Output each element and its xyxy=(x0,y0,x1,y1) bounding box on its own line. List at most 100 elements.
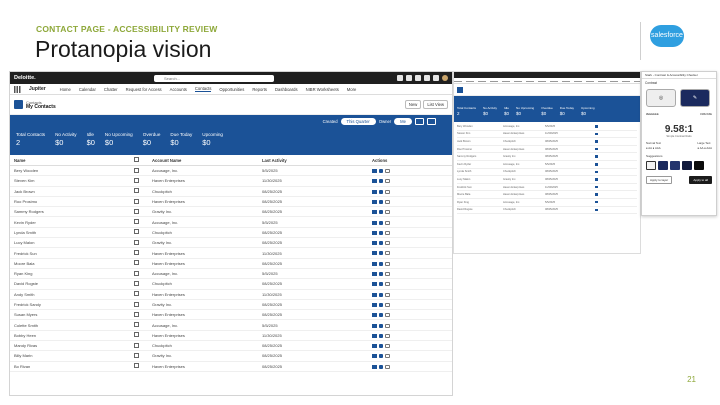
account-name[interactable]: Accusage, Inc. xyxy=(148,165,258,177)
help-icon[interactable] xyxy=(415,75,421,81)
account-name[interactable]: Gravity Inc. xyxy=(148,350,258,362)
row-checkbox[interactable] xyxy=(134,167,139,173)
contact-name[interactable]: Bobby Heen xyxy=(10,330,130,342)
suggestion-swatch[interactable] xyxy=(658,161,668,170)
table-row[interactable]: Bery Wooden Accusage, Inc. 5/5/2025 xyxy=(10,165,452,177)
chevron-down-icon[interactable] xyxy=(385,333,390,338)
table-row[interactable]: Roo Prosimo Haven Enterprises 08/25/2025 xyxy=(10,196,452,208)
account-name[interactable]: Gravity Inc. xyxy=(148,237,258,249)
chart-toggle-icon[interactable] xyxy=(415,118,424,125)
chevron-down-icon[interactable] xyxy=(385,241,390,246)
account-name[interactable]: Haven Enterprises xyxy=(148,196,258,208)
nav-dashboards[interactable]: Dashboards xyxy=(275,87,298,92)
background-swatch[interactable]: ◎ xyxy=(646,89,676,107)
table-row[interactable]: Ryan King Accusage, Inc. 5/5/2025 xyxy=(10,268,452,280)
select-all-checkbox[interactable] xyxy=(134,157,139,162)
phone-icon[interactable] xyxy=(379,230,383,235)
row-checkbox[interactable] xyxy=(134,301,139,307)
chevron-down-icon[interactable] xyxy=(385,251,390,256)
row-checkbox[interactable] xyxy=(134,219,139,225)
account-name[interactable]: Haven Enterprises xyxy=(148,309,258,321)
contact-name[interactable]: Roo Prosimo xyxy=(10,196,130,208)
account-name[interactable]: Gravity Inc. xyxy=(148,299,258,311)
row-checkbox[interactable] xyxy=(134,311,139,317)
table-row[interactable]: Billy Marin Gravity Inc. 08/25/2025 xyxy=(10,350,452,362)
phone-icon[interactable] xyxy=(379,292,383,297)
email-icon[interactable] xyxy=(372,364,377,369)
email-icon[interactable] xyxy=(372,344,377,349)
table-row[interactable]: Fredrick Sun Haven Enterprises 11/30/2025 xyxy=(10,247,452,259)
bell-icon[interactable] xyxy=(433,75,439,81)
account-name[interactable]: Accusage, Inc. xyxy=(148,268,258,280)
row-checkbox[interactable] xyxy=(134,352,139,358)
phone-icon[interactable] xyxy=(379,261,383,266)
apply-layer-button[interactable]: Apply to layer xyxy=(646,176,673,184)
chevron-down-icon[interactable] xyxy=(385,189,390,194)
account-name[interactable]: Chuckpitch xyxy=(148,227,258,239)
app-launcher-icon[interactable] xyxy=(14,85,21,93)
chevron-down-icon[interactable] xyxy=(385,272,390,277)
suggestion-swatch[interactable] xyxy=(694,161,704,170)
row-checkbox[interactable] xyxy=(134,188,139,194)
contact-name[interactable]: Ryan King xyxy=(10,268,130,280)
created-filter[interactable]: This Quarter xyxy=(340,118,376,125)
nav-reports[interactable]: Reports xyxy=(252,87,267,92)
chevron-down-icon[interactable] xyxy=(385,354,390,359)
email-icon[interactable] xyxy=(372,272,377,277)
contact-name[interactable]: Lynda Smith xyxy=(10,227,130,239)
account-name[interactable]: Accusage, Inc. xyxy=(148,319,258,331)
row-checkbox[interactable] xyxy=(134,198,139,204)
table-row[interactable]: Kevin Ryder Accusage, Inc. 5/5/2025 xyxy=(10,216,452,228)
contact-name[interactable]: Fredrick Sandy xyxy=(10,299,130,311)
chevron-down-icon[interactable] xyxy=(385,220,390,225)
account-name[interactable]: Gravity Inc. xyxy=(148,206,258,218)
metric-no-upcoming[interactable]: No Upcoming $0 xyxy=(105,132,133,147)
contact-name[interactable]: Susan Myers xyxy=(10,309,130,321)
nav-chatter[interactable]: Chatter xyxy=(104,87,118,92)
email-icon[interactable] xyxy=(372,292,377,297)
email-icon[interactable] xyxy=(372,169,377,174)
metric-total[interactable]: Total Contacts 2 xyxy=(16,132,45,147)
table-row[interactable]: Lynda Smith Chuckpitch 08/25/2025 xyxy=(10,227,452,239)
account-name[interactable]: Chuckpitch xyxy=(148,278,258,290)
table-row[interactable]: Andy Smith Haven Enterprises 11/30/2025 xyxy=(10,289,452,300)
contact-name[interactable]: Andy Smith xyxy=(10,289,130,300)
email-icon[interactable] xyxy=(372,220,377,225)
metric-idle[interactable]: Idle $0 xyxy=(87,132,95,147)
contact-name[interactable]: David Rogste xyxy=(10,278,130,290)
chevron-down-icon[interactable] xyxy=(385,313,390,318)
row-checkbox[interactable] xyxy=(134,239,139,245)
account-name[interactable]: Haven Enterprises xyxy=(148,289,258,300)
contact-name[interactable]: Sammy Rodgers xyxy=(10,206,130,218)
contact-name[interactable]: Steven Kim xyxy=(10,175,130,187)
email-icon[interactable] xyxy=(372,210,377,215)
phone-icon[interactable] xyxy=(379,344,383,349)
email-icon[interactable] xyxy=(372,230,377,235)
email-icon[interactable] xyxy=(372,313,377,318)
nav-contacts[interactable]: Contacts xyxy=(194,86,212,92)
col-last-activity[interactable]: Last Activity xyxy=(258,155,368,166)
nav-more[interactable]: More xyxy=(347,87,357,92)
email-icon[interactable] xyxy=(372,189,377,194)
list-view-selector[interactable]: My Contacts xyxy=(26,104,56,110)
chevron-down-icon[interactable] xyxy=(385,344,390,349)
chevron-down-icon[interactable] xyxy=(385,282,390,287)
favorites-icon[interactable] xyxy=(397,75,403,81)
table-row[interactable]: Fredrick Sandy Gravity Inc. 08/25/2025 xyxy=(10,299,452,311)
contact-name[interactable]: Jack Brown xyxy=(10,186,130,197)
metric-no-activity[interactable]: No Activity $0 xyxy=(55,132,76,147)
table-row[interactable]: Steven Kim Haven Enterprises 11/30/2025 xyxy=(10,175,452,187)
email-icon[interactable] xyxy=(372,354,377,359)
avatar[interactable] xyxy=(442,75,448,81)
account-name[interactable]: Haven Enterprises xyxy=(148,175,258,187)
contact-name[interactable]: Colette Smith xyxy=(10,319,130,331)
phone-icon[interactable] xyxy=(379,199,383,204)
phone-icon[interactable] xyxy=(379,323,383,328)
chevron-down-icon[interactable] xyxy=(385,292,390,297)
row-checkbox[interactable] xyxy=(134,270,139,276)
filter-toggle-icon[interactable] xyxy=(427,118,436,125)
chevron-down-icon[interactable] xyxy=(385,210,390,215)
phone-icon[interactable] xyxy=(379,364,383,369)
table-row[interactable]: Jack Brown Chuckpitch 08/25/2025 xyxy=(10,186,452,197)
search-input[interactable]: Search... xyxy=(154,74,274,82)
